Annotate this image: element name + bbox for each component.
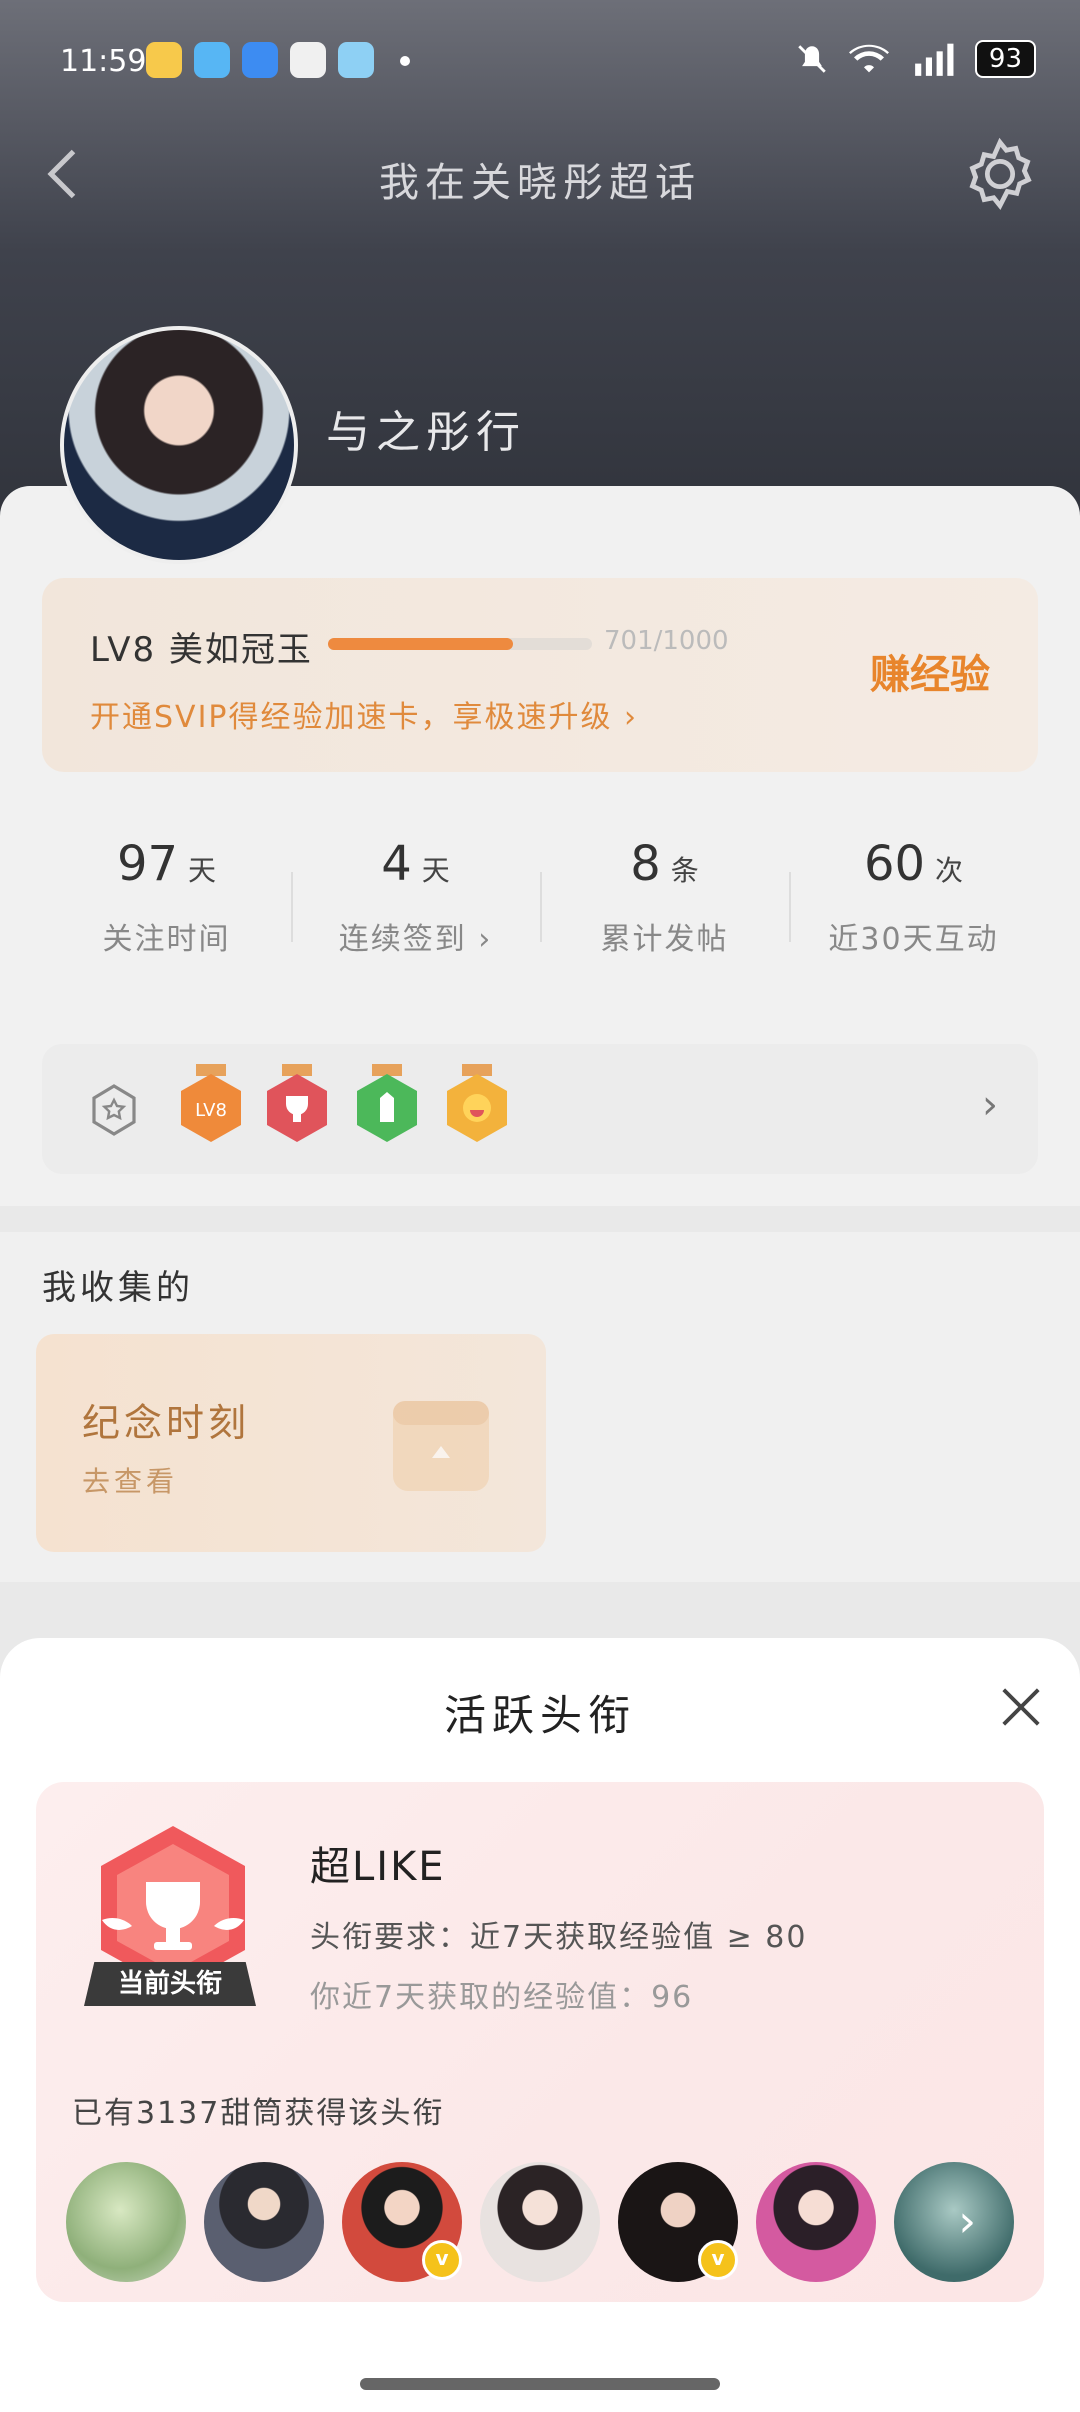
sheet-title: 活跃头衔 xyxy=(443,1691,636,1740)
memory-card-title: 纪念时刻 xyxy=(82,1401,251,1445)
stat-unit: 条 xyxy=(670,854,699,887)
status-indicators: 93 xyxy=(795,40,1036,78)
badges-row[interactable]: LV8 › xyxy=(42,1044,1038,1174)
weibo-app-icon xyxy=(146,42,182,78)
title-info-card: 当前头衔 超LIKE 头衔要求：近7天获取经验值 ≥ 80 你近7天获取的经验值… xyxy=(36,1782,1044,2302)
lv-badge-text: LV8 xyxy=(195,1100,227,1121)
stat-value: 97 xyxy=(116,836,179,892)
level-label: LV8 美如冠玉 xyxy=(90,630,313,670)
stat-posts: 8条 累计发帖 xyxy=(540,836,789,996)
svip-promo-link[interactable]: 开通SVIP得经验加速卡，享极速升级 › xyxy=(90,692,638,736)
more-notifications-dot xyxy=(400,56,410,66)
stat-label: 近30天互动 xyxy=(828,922,999,957)
calendar-illustration-icon xyxy=(393,1401,489,1491)
close-icon[interactable] xyxy=(998,1684,1044,1730)
mute-icon xyxy=(798,45,826,73)
level-progress-text: 701/1000 xyxy=(604,626,729,656)
stat-unit: 次 xyxy=(935,854,964,887)
signal-icon xyxy=(915,43,954,76)
owner-avatar-more[interactable]: › xyxy=(894,2162,1014,2282)
stat-label: 关注时间 xyxy=(102,922,231,957)
stat-label: 累计发帖 xyxy=(600,922,729,957)
user-avatar[interactable] xyxy=(60,326,298,564)
stat-checkin-days[interactable]: 4天 连续签到 › xyxy=(291,836,540,996)
owner-avatar[interactable] xyxy=(66,2162,186,2282)
stat-follow-days: 97 天 关注时间 xyxy=(42,836,291,996)
collections-section: 我收集的 纪念时刻 去查看 xyxy=(0,1232,1080,1582)
title-requirement: 头衔要求：近7天获取经验值 ≥ 80 xyxy=(310,1920,808,1955)
stat-unit: 天 xyxy=(188,854,217,887)
memory-card-link: 去查看 xyxy=(82,1465,179,1498)
title-owners-count: 已有3137甜筒获得该头衔 xyxy=(72,2096,445,2131)
owner-avatars-row: v v › xyxy=(66,2162,1026,2282)
stat-value: 4 xyxy=(381,836,412,892)
collections-title: 我收集的 xyxy=(42,1268,194,1308)
owner-avatar[interactable]: v xyxy=(618,2162,738,2282)
cloud-app-icon xyxy=(242,42,278,78)
stat-value: 60 xyxy=(863,836,926,892)
stat-label: 连续签到 › xyxy=(338,922,493,957)
hands-medal-icon xyxy=(357,1064,417,1142)
level-progress-fill xyxy=(328,638,514,650)
earn-experience-button[interactable]: 赚经验 xyxy=(870,642,990,700)
wifi-icon xyxy=(848,44,889,73)
home-indicator[interactable] xyxy=(360,2378,720,2390)
memory-moments-card[interactable]: 纪念时刻 去查看 xyxy=(36,1334,546,1552)
username: 与之彤行 xyxy=(326,407,526,458)
stat-value: 8 xyxy=(630,836,661,892)
level-panel[interactable]: LV8 美如冠玉 701/1000 开通SVIP得经验加速卡，享极速升级 › 赚… xyxy=(42,578,1038,772)
owner-avatar[interactable] xyxy=(204,2162,324,2282)
chevron-right-icon: › xyxy=(958,2196,976,2247)
badges-chevron-right-icon: › xyxy=(982,1082,998,1128)
video-app-icon xyxy=(194,42,230,78)
active-title-sheet: 活跃头衔 当前头衔 超LIKE 头衔要求：近7天获取经验值 ≥ 80 你近7天获… xyxy=(0,1638,1080,2412)
stat-interactions: 60 次 近30天互动 xyxy=(789,836,1038,996)
current-title-tag: 当前头衔 xyxy=(84,1962,256,2006)
top-navigation: 我在关晓彤超话 xyxy=(0,124,1080,224)
status-bar: 11:59 93 xyxy=(0,0,1080,124)
level-medal-icon: LV8 xyxy=(181,1064,241,1142)
settings-gear-icon[interactable] xyxy=(962,136,1038,212)
vip-badge-icon: v xyxy=(422,2240,462,2280)
owner-avatar[interactable] xyxy=(756,2162,876,2282)
owner-avatar[interactable]: v xyxy=(342,2162,462,2282)
stat-unit: 天 xyxy=(421,854,450,887)
badge-shield-icon xyxy=(92,1084,136,1136)
vip-badge-icon: v xyxy=(698,2240,738,2280)
notification-icons xyxy=(146,42,374,78)
gallery-app-icon xyxy=(290,42,326,78)
emoji-medal-icon xyxy=(447,1064,507,1142)
battery-indicator: 93 xyxy=(974,40,1036,78)
owner-avatar[interactable] xyxy=(480,2162,600,2282)
stats-row: 97 天 关注时间 4天 连续签到 › 8条 累计发帖 60 次 近30天互动 xyxy=(42,836,1038,996)
trophy-medal-icon xyxy=(267,1064,327,1142)
status-time: 11:59 xyxy=(60,44,147,79)
level-progress-bar xyxy=(328,638,592,650)
camera-app-icon xyxy=(338,42,374,78)
title-name: 超LIKE xyxy=(310,1844,446,1890)
my-experience: 你近7天获取的经验值：96 xyxy=(310,1980,694,2015)
page-title: 我在关晓彤超话 xyxy=(379,160,701,206)
